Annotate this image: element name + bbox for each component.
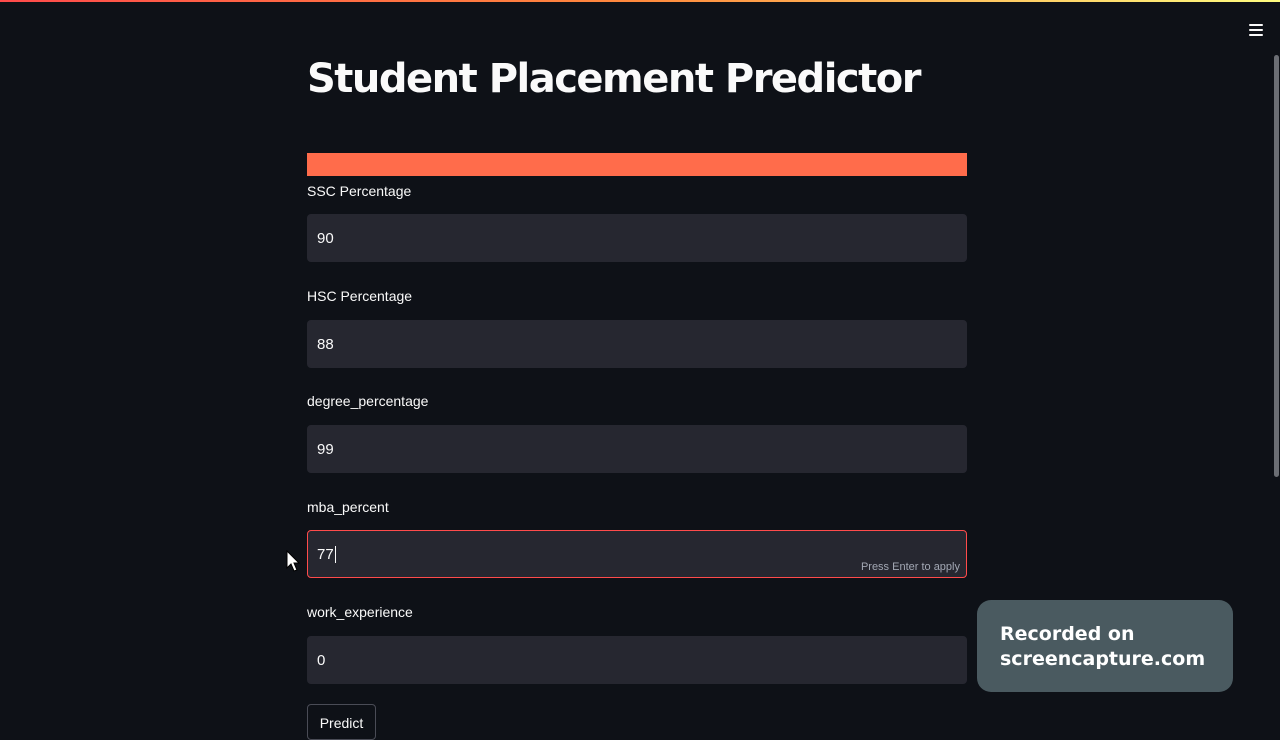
hsc-percentage-input[interactable]: 88: [307, 320, 967, 368]
recording-watermark-line2: screencapture.com: [1000, 648, 1206, 670]
progress-bar: [307, 153, 967, 176]
page-title: Student Placement Predictor: [307, 56, 921, 102]
mba-percent-label: mba_percent: [307, 499, 389, 515]
mouse-pointer-icon: [286, 550, 300, 572]
main-menu-button[interactable]: [1244, 18, 1268, 42]
text-caret: [334, 545, 336, 563]
hsc-percentage-value: 88: [317, 335, 334, 353]
header-decoration-bar: [0, 0, 1280, 2]
work-experience-value: 0: [317, 651, 326, 669]
degree-percentage-value: 99: [317, 440, 334, 458]
recording-watermark-line1: Recorded on: [1000, 623, 1135, 645]
progress-bar-fill: [307, 153, 967, 176]
hamburger-menu-icon: [1249, 24, 1263, 36]
recording-watermark: Recorded on screencapture.com: [977, 600, 1233, 692]
work-experience-input[interactable]: 0: [307, 636, 967, 684]
ssc-percentage-label: SSC Percentage: [307, 183, 412, 199]
predict-button[interactable]: Predict: [307, 704, 376, 740]
scrollbar[interactable]: [1274, 55, 1279, 477]
degree-percentage-input[interactable]: 99: [307, 425, 967, 473]
press-enter-hint: Press Enter to apply: [860, 561, 960, 573]
degree-percentage-label: degree_percentage: [307, 393, 429, 409]
ssc-percentage-value: 90: [317, 229, 334, 247]
ssc-percentage-input[interactable]: 90: [307, 214, 967, 262]
mba-percent-input[interactable]: 77 Press Enter to apply: [307, 530, 967, 578]
hsc-percentage-label: HSC Percentage: [307, 288, 413, 304]
work-experience-label: work_experience: [307, 604, 413, 620]
mba-percent-value: 77: [317, 545, 334, 563]
